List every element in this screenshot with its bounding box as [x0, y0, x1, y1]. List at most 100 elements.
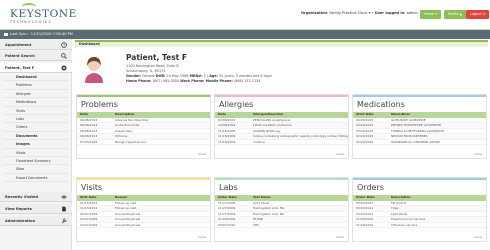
sidebar-group-view-reports[interactable]: View Reports	[0, 204, 72, 214]
home-button[interactable]: Home ▾	[420, 10, 441, 19]
table-cell: Hemoglobin A1C, BG	[253, 206, 285, 211]
labs-panel: Labs Order Date Test Name 11/27/2009 Lipid…	[214, 177, 349, 242]
table-cell: Tdap	[391, 206, 399, 211]
sidebar-group-label: Patient Search	[5, 54, 35, 58]
table-cell: Adverse Non Real Site	[115, 117, 149, 122]
sidebar-group-recently-visited[interactable]: Recently Visited	[0, 192, 72, 202]
table-cell: 03/03/2011	[356, 211, 374, 216]
sidebar-group-label: Administration	[5, 219, 36, 223]
sidebar-item-medications[interactable]: Medications	[3, 98, 69, 107]
sidebar-item-dashboard[interactable]: Dashboard	[3, 73, 69, 82]
table-cell: 03/03/2011	[356, 200, 374, 205]
table-cell: 11/20/2009	[218, 217, 236, 222]
app-logo-subtitle: TECHNOLOGIES	[10, 20, 52, 24]
panel-rows: 01/15/2011 Follow up visit 11/13/2011 Foll…	[77, 201, 210, 229]
table-row[interactable]: 02/24/2015 STANDIANOLA ATROPINE AWARE	[353, 140, 486, 146]
panel-rows: 02/08/2013 PENICILLINS anaphylaxis 10/08/…	[215, 118, 348, 146]
sidebar-item-sites[interactable]: Sites	[3, 165, 69, 174]
sidebar-group-label: View Reports	[5, 207, 32, 211]
table-row[interactable]: 11/18/2009 codeine	[215, 140, 348, 146]
table-row[interactable]: 03/07/2010 CBC	[215, 223, 348, 229]
sidebar-item-export-documents[interactable]: Export Documents	[3, 174, 69, 183]
table-cell: 11/13/2011	[80, 206, 98, 211]
panel-rows: 11/27/2009 Lipid Panel 11/27/2009 Hemoglob…	[215, 201, 348, 229]
home-phone-value: (847) 485-0000	[152, 79, 180, 83]
dashboard-header: Dashboard	[75, 40, 488, 47]
sync-status-bar: Last Sync : 11/21/2020 7:58:40 PM	[0, 30, 490, 39]
sidebar-group-current-patient[interactable]: Patient, Test F	[0, 63, 72, 73]
profile-button[interactable]: Profile ▲	[444, 10, 467, 19]
sidebar-group-label: Recently Visited	[5, 195, 38, 199]
table-cell: CBC	[253, 222, 260, 227]
org-label: Organization	[301, 11, 328, 15]
table-cell: 11/18/2009	[218, 139, 236, 144]
problems-panel: Problems Date Description 06/08/2013 Adver…	[76, 94, 211, 159]
table-cell: Annual Physicals	[115, 211, 141, 216]
more-link[interactable]: more	[336, 152, 344, 156]
table-cell: 02/07/2009	[80, 222, 98, 227]
table-cell: 06/08/2013	[80, 134, 98, 139]
sidebar-group-patient-search[interactable]: Patient Search	[0, 51, 72, 61]
table-cell: 11/25/2010	[356, 222, 374, 227]
table-cell: FOOD ALLERGY erythema	[253, 123, 292, 128]
more-link[interactable]: more	[474, 152, 482, 156]
panel-title: Labs	[219, 183, 238, 192]
table-cell: 10/08/2009	[218, 123, 236, 128]
more-link[interactable]: more	[198, 235, 206, 239]
table-cell: 11/27/2009	[218, 200, 236, 205]
org-value[interactable]: Family Practice Clinic	[329, 11, 367, 15]
sidebar-item-images[interactable]: Images	[3, 140, 69, 149]
table-cell: 03/07/2010	[218, 222, 236, 227]
close-icon[interactable]	[61, 65, 67, 71]
more-link[interactable]: more	[336, 235, 344, 239]
allergies-panel: Allergies Date Allergen/Reaction 02/08/20…	[214, 94, 349, 159]
table-cell: 02/07/2009	[80, 211, 98, 216]
sidebar-item-visits[interactable]: Visits	[3, 107, 69, 115]
sidebar-group-administration[interactable]: Administration	[0, 216, 72, 226]
sidebar-item-allergies[interactable]: Allergies	[3, 90, 69, 99]
sidebar-item-flowsheet-summary[interactable]: Flowsheet Summary	[3, 157, 69, 166]
panel-title: Medications	[357, 100, 405, 109]
more-link[interactable]: more	[474, 235, 482, 239]
panel-title: Problems	[81, 100, 118, 109]
table-row[interactable]: 11/25/2010 Influenza vaccine	[353, 223, 486, 229]
logout-button[interactable]: Logout ⏻	[466, 10, 490, 19]
org-user-info: Organization: Family Practice Clinic ▾ •…	[301, 11, 418, 15]
app-logo[interactable]: KEYSTONE	[10, 9, 77, 20]
table-cell: Pneumococcal vaccine	[391, 217, 426, 222]
mobile-phone-label: Mobile Phone:	[205, 79, 233, 83]
table-cell: TB control	[391, 200, 407, 205]
eye-icon	[61, 195, 67, 199]
table-cell: PENICILLINS anaphylaxis	[253, 117, 291, 122]
table-cell: 03/03/2011	[356, 206, 374, 211]
gender-label: Gender:	[126, 74, 142, 78]
gender-value: Female	[142, 74, 155, 78]
sidebar-item-orders[interactable]: Orders	[3, 123, 69, 132]
table-cell: GLYBURIDE GLYBURIDE	[391, 117, 426, 122]
orders-panel: Orders Order Date Description 03/03/2011 T…	[352, 177, 487, 242]
table-cell: ENTRES HUMATROPE GLYCEMATE	[391, 123, 441, 128]
table-cell: 11/18/2009	[218, 128, 236, 133]
sidebar-group-label: Patient, Test F	[5, 66, 35, 70]
main-content: Dashboard Patient, Test F 1100 Rainingit…	[72, 39, 490, 250]
table-cell: Otitiosis	[115, 134, 128, 139]
sidebar-item-vitals[interactable]: Vitals	[3, 149, 69, 157]
sidebar-item-documents[interactable]: Documents	[3, 132, 69, 141]
sidebar-item-problems[interactable]: Problems	[3, 81, 69, 90]
work-phone-label: Work Phone:	[180, 79, 205, 83]
table-row[interactable]: 07/20/2009 Benign Hypertension	[77, 140, 210, 146]
user-label: User logged in	[374, 11, 405, 15]
table-cell: 02/24/2015	[356, 128, 374, 133]
sidebar-item-labs[interactable]: Labs	[3, 115, 69, 124]
document-icon	[62, 206, 66, 212]
more-link[interactable]: more	[198, 152, 206, 156]
age-label: Age:	[209, 74, 218, 78]
patient-name: Patient, Test F	[126, 53, 187, 62]
table-cell: 07/20/2009	[80, 139, 98, 144]
mobile-phone-value: (888) 123-1234	[233, 79, 261, 83]
sidebar-group-appointment[interactable]: Appointment	[0, 40, 72, 50]
panel-title: Orders	[357, 183, 384, 192]
table-row[interactable]: 02/07/2009 Annual Physicals	[77, 223, 210, 229]
panel-rows: 06/03/2015 GLYBURIDE GLYBURIDE 02/24/2015…	[353, 118, 486, 146]
table-cell: 11/27/2009	[218, 211, 236, 216]
